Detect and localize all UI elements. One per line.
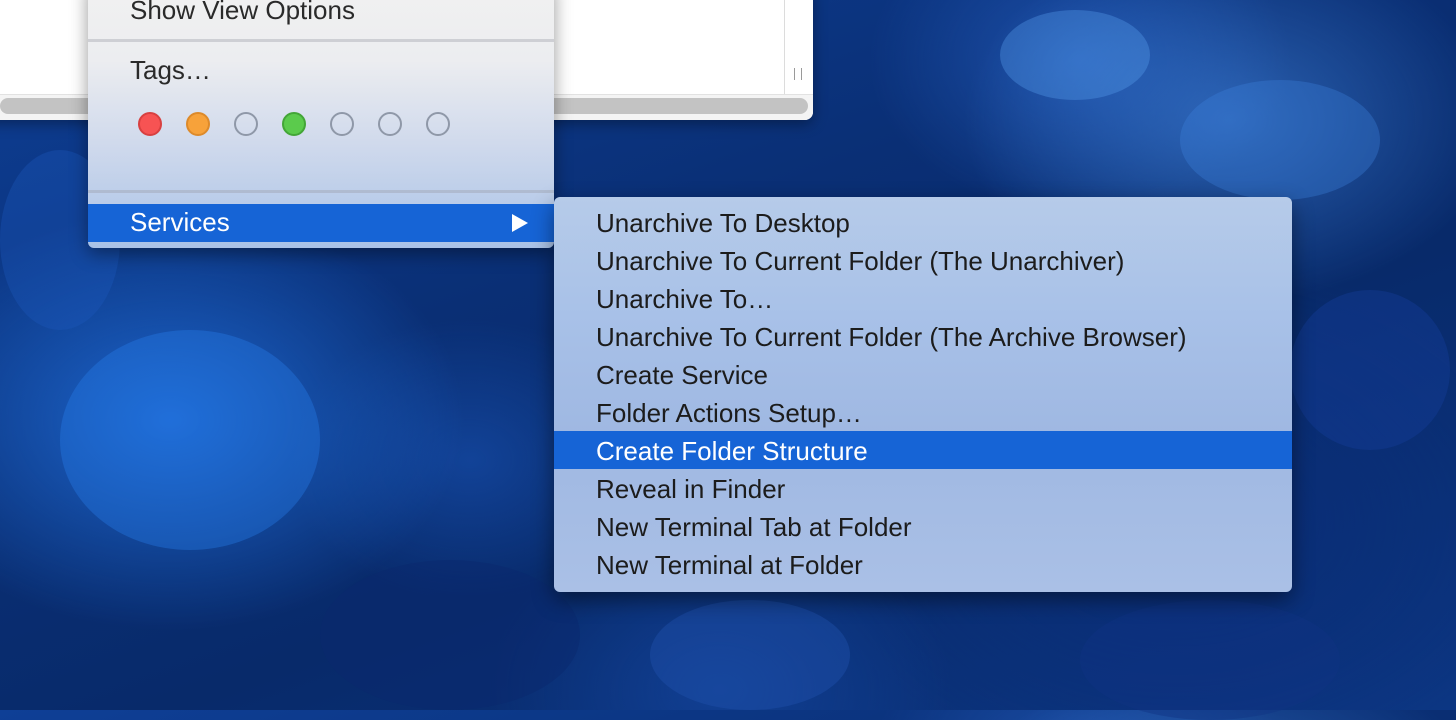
submenu-item-label: Unarchive To Current Folder (The Unarchi… [596, 246, 1125, 276]
wallpaper-brick [1000, 10, 1150, 100]
submenu-item-unarchive-to-desktop[interactable]: Unarchive To Desktop [554, 203, 1292, 241]
submenu-item-label: Unarchive To Desktop [596, 208, 850, 238]
tag-green-dot[interactable] [282, 112, 306, 136]
submenu-item-unarchive-current-folder-unarchiver[interactable]: Unarchive To Current Folder (The Unarchi… [554, 241, 1292, 279]
submenu-item-label: Reveal in Finder [596, 474, 786, 504]
submenu-item-unarchive-current-folder-archive-browser[interactable]: Unarchive To Current Folder (The Archive… [554, 317, 1292, 355]
tag-empty-dot[interactable] [426, 112, 450, 136]
submenu-item-label: Unarchive To Current Folder (The Archive… [596, 322, 1187, 352]
submenu-item-create-folder-structure[interactable]: Create Folder Structure [554, 431, 1292, 469]
tag-orange-dot[interactable] [186, 112, 210, 136]
column-divider [784, 0, 785, 94]
wallpaper-brick [320, 560, 580, 710]
submenu-item-label: Create Folder Structure [596, 436, 868, 466]
tag-red-dot[interactable] [138, 112, 162, 136]
submenu-item-reveal-in-finder[interactable]: Reveal in Finder [554, 469, 1292, 507]
submenu-item-unarchive-to[interactable]: Unarchive To… [554, 279, 1292, 317]
menu-item-show-view-options[interactable]: Show View Options [130, 0, 355, 26]
menu-separator [88, 39, 554, 42]
submenu-item-new-terminal-at-folder[interactable]: New Terminal at Folder [554, 545, 1292, 583]
submenu-item-label: Create Service [596, 360, 768, 390]
tag-empty-dot[interactable] [378, 112, 402, 136]
wallpaper-brick [650, 600, 850, 710]
submenu-item-folder-actions-setup[interactable]: Folder Actions Setup… [554, 393, 1292, 431]
triangle-right-icon [512, 214, 528, 232]
services-label: Services [130, 207, 230, 237]
services-submenu: Unarchive To Desktop Unarchive To Curren… [554, 197, 1292, 592]
column-resize-handle[interactable] [794, 68, 802, 80]
wallpaper-brick [1290, 290, 1450, 450]
tag-empty-dot[interactable] [234, 112, 258, 136]
tag-empty-dot[interactable] [330, 112, 354, 136]
wallpaper-brick [1080, 600, 1340, 720]
menu-item-tags[interactable]: Tags… [130, 55, 211, 86]
submenu-item-label: New Terminal at Folder [596, 550, 863, 580]
context-menu: Show View Options Tags… Services [88, 0, 554, 248]
submenu-item-label: New Terminal Tab at Folder [596, 512, 912, 542]
submenu-item-create-service[interactable]: Create Service [554, 355, 1292, 393]
wallpaper-brick [1180, 80, 1380, 200]
submenu-item-label: Unarchive To… [596, 284, 774, 314]
submenu-item-label: Folder Actions Setup… [596, 398, 862, 428]
menu-item-services[interactable]: Services [88, 204, 554, 242]
menu-separator [88, 190, 554, 193]
wallpaper-brick [60, 330, 320, 550]
submenu-item-new-terminal-tab-at-folder[interactable]: New Terminal Tab at Folder [554, 507, 1292, 545]
